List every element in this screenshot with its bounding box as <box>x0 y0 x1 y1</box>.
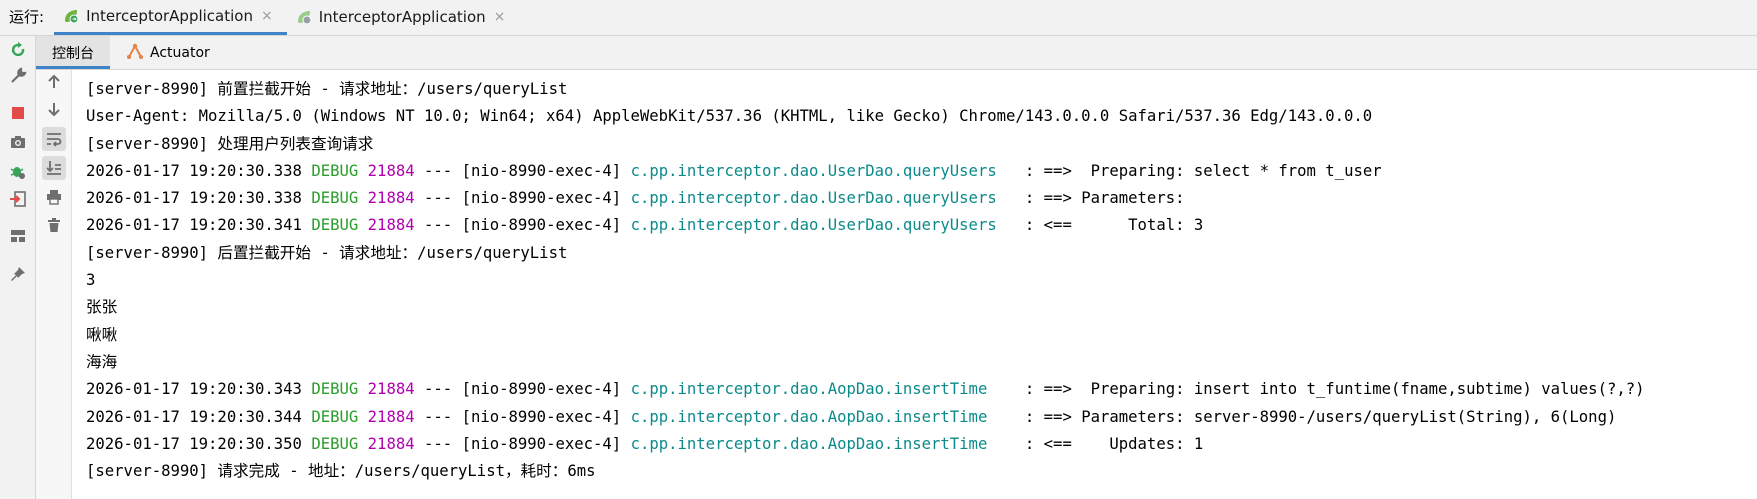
log-timestamp: 2026-01-17 19:20:30.344 <box>86 407 302 426</box>
log-message: : ==> Preparing: select * from t_user <box>1015 161 1382 180</box>
log-logger: c.pp.interceptor.dao.UserDao.queryUsers <box>630 189 1016 208</box>
log-separator: --- <box>414 380 462 399</box>
tab-actuator-label: Actuator <box>150 44 210 61</box>
run-label: 运行: <box>9 8 45 26</box>
log-pid: 21884 <box>367 216 415 235</box>
console-line: 3 <box>86 267 1756 294</box>
run-tool-window-bar: 运行: InterceptorApplication × Interceptor… <box>0 0 1757 36</box>
console-line: 海海 <box>86 349 1756 376</box>
log-level: DEBUG <box>311 380 359 399</box>
console-line: User-Agent: Mozilla/5.0 (Windows NT 10.0… <box>86 103 1756 130</box>
log-timestamp: 2026-01-17 19:20:30.350 <box>86 434 302 453</box>
console-text: [server-8990] 请求完成 - 地址：/users/queryList… <box>86 462 596 481</box>
log-thread: [nio-8990-exec-4] <box>461 407 622 426</box>
console-text: [server-8990] 后置拦截开始 - 请求地址：/users/query… <box>86 243 568 262</box>
log-pid: 21884 <box>367 189 415 208</box>
log-timestamp: 2026-01-17 19:20:30.338 <box>86 161 302 180</box>
log-level: DEBUG <box>311 407 359 426</box>
console-line: 2026-01-17 19:20:30.344 DEBUG 21884 --- … <box>86 404 1756 431</box>
log-thread: [nio-8990-exec-4] <box>461 189 622 208</box>
run-tab-label: InterceptorApplication <box>318 8 486 26</box>
exit-icon[interactable] <box>8 189 28 209</box>
log-message: : ==> Preparing: insert into t_funtime(f… <box>1015 380 1645 399</box>
console-line: 2026-01-17 19:20:30.350 DEBUG 21884 --- … <box>86 431 1756 458</box>
log-separator: --- <box>414 407 462 426</box>
console-tab-bar: 控制台 Actuator <box>36 36 1757 70</box>
console-line: 2026-01-17 19:20:30.341 DEBUG 21884 --- … <box>86 212 1756 239</box>
log-timestamp: 2026-01-17 19:20:30.338 <box>86 189 302 208</box>
close-icon[interactable]: × <box>494 9 506 25</box>
log-logger: c.pp.interceptor.dao.AopDao.insertTime <box>630 407 1016 426</box>
log-level: DEBUG <box>311 161 359 180</box>
console-text: User-Agent: Mozilla/5.0 (Windows NT 10.0… <box>86 107 1373 126</box>
log-message: : <== Total: 3 <box>1015 216 1204 235</box>
log-level: DEBUG <box>311 216 359 235</box>
console-line: 2026-01-17 19:20:30.343 DEBUG 21884 --- … <box>86 376 1756 403</box>
log-pid: 21884 <box>367 407 415 426</box>
tab-console[interactable]: 控制台 <box>36 36 110 69</box>
log-message: : ==> Parameters: server-8990-/users/que… <box>1015 407 1617 426</box>
log-timestamp: 2026-01-17 19:20:30.343 <box>86 380 302 399</box>
console-line: [server-8990] 处理用户列表查询请求 <box>86 131 1756 158</box>
log-pid: 21884 <box>367 380 415 399</box>
console-line: [server-8990] 后置拦截开始 - 请求地址：/users/query… <box>86 240 1756 267</box>
console-toolbar <box>36 70 72 499</box>
log-logger: c.pp.interceptor.dao.UserDao.queryUsers <box>630 216 1016 235</box>
soft-wrap-icon[interactable] <box>42 127 66 151</box>
spring-boot-app-icon <box>62 7 80 25</box>
camera-icon[interactable] <box>8 132 28 152</box>
console-line: [server-8990] 请求完成 - 地址：/users/queryList… <box>86 458 1756 485</box>
console-line: 2026-01-17 19:20:30.338 DEBUG 21884 --- … <box>86 158 1756 185</box>
console-line: 张张 <box>86 294 1756 321</box>
log-logger: c.pp.interceptor.dao.AopDao.insertTime <box>630 434 1016 453</box>
close-icon[interactable]: × <box>261 8 273 24</box>
console-text: [server-8990] 处理用户列表查询请求 <box>86 134 374 153</box>
actuator-icon <box>126 43 144 63</box>
log-thread: [nio-8990-exec-4] <box>461 380 622 399</box>
run-tab-1[interactable]: InterceptorApplication × <box>54 0 287 35</box>
rerun-icon[interactable] <box>8 40 28 60</box>
tab-actuator[interactable]: Actuator <box>110 36 226 69</box>
scroll-to-end-icon[interactable] <box>42 156 66 180</box>
console-text: [server-8990] 前置拦截开始 - 请求地址：/users/query… <box>86 80 568 98</box>
log-logger: c.pp.interceptor.dao.AopDao.insertTime <box>630 380 1016 399</box>
arrow-up-icon[interactable] <box>42 70 66 94</box>
log-pid: 21884 <box>367 161 415 180</box>
console-text: 张张 <box>86 298 118 317</box>
log-timestamp: 2026-01-17 19:20:30.341 <box>86 216 302 235</box>
log-separator: --- <box>414 434 462 453</box>
wrench-icon[interactable] <box>8 66 28 86</box>
log-message: : <== Updates: 1 <box>1015 434 1204 453</box>
console-text: 啾啾 <box>86 325 118 344</box>
log-logger: c.pp.interceptor.dao.UserDao.queryUsers <box>630 161 1016 180</box>
console-text: 3 <box>86 271 96 290</box>
trash-icon[interactable] <box>42 213 66 237</box>
stop-icon[interactable] <box>8 103 28 123</box>
log-message: : ==> Parameters: <box>1015 189 1194 208</box>
log-level: DEBUG <box>311 434 359 453</box>
log-thread: [nio-8990-exec-4] <box>461 161 622 180</box>
log-pid: 21884 <box>367 434 415 453</box>
log-separator: --- <box>414 216 462 235</box>
log-separator: --- <box>414 161 462 180</box>
run-actions-strip <box>0 36 36 499</box>
console-line: 啾啾 <box>86 322 1756 349</box>
tab-console-label: 控制台 <box>52 45 94 62</box>
run-tab-label: InterceptorApplication <box>86 6 253 25</box>
log-thread: [nio-8990-exec-4] <box>461 434 622 453</box>
run-tab-2[interactable]: InterceptorApplication × <box>287 0 520 35</box>
spring-boot-app-icon <box>295 8 313 26</box>
console-line: 2026-01-17 19:20:30.338 DEBUG 21884 --- … <box>86 185 1756 212</box>
console-text: 海海 <box>86 352 118 371</box>
console-output[interactable]: [server-8990] 前置拦截开始 - 请求地址：/users/query… <box>86 76 1756 485</box>
console-line: [server-8990] 前置拦截开始 - 请求地址：/users/query… <box>86 76 1756 103</box>
bug-icon[interactable] <box>8 161 28 181</box>
layout-icon[interactable] <box>8 226 28 246</box>
log-separator: --- <box>414 189 462 208</box>
pin-icon[interactable] <box>8 264 28 284</box>
log-thread: [nio-8990-exec-4] <box>461 216 622 235</box>
arrow-down-icon[interactable] <box>42 97 66 121</box>
print-icon[interactable] <box>42 185 66 209</box>
log-level: DEBUG <box>311 189 359 208</box>
